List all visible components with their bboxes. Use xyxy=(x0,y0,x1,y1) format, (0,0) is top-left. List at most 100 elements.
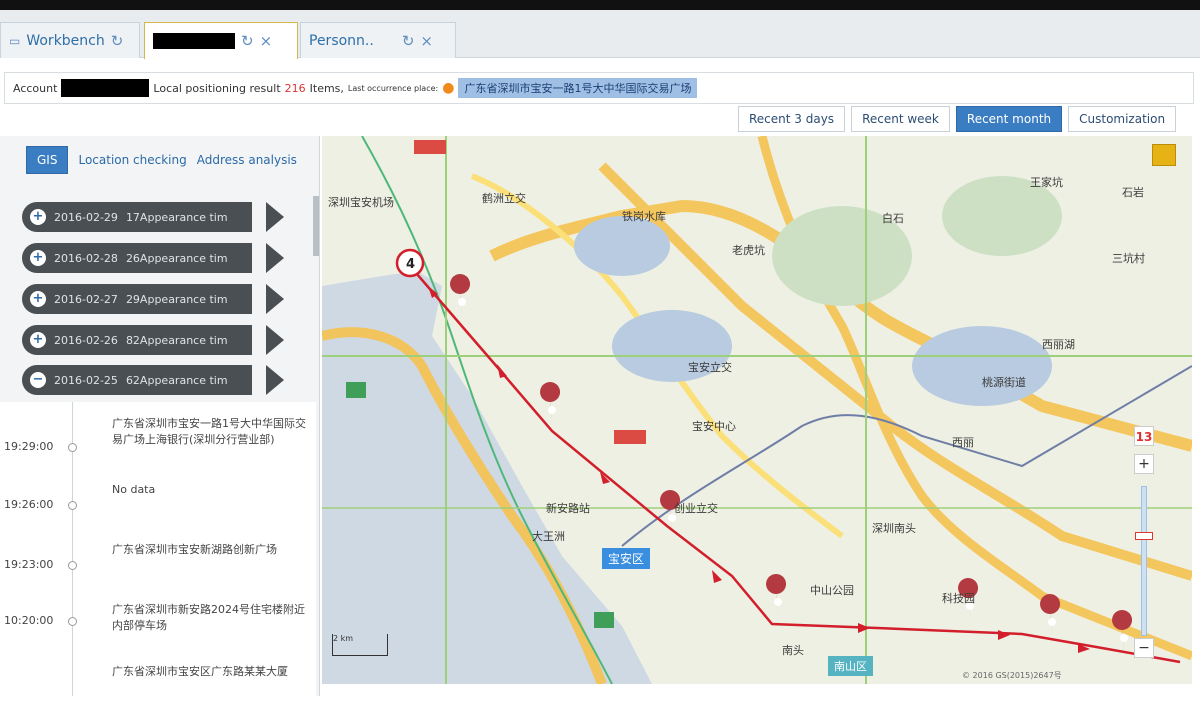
expand-icon[interactable]: + xyxy=(30,291,46,307)
map-label: 王家坑 xyxy=(1030,175,1063,189)
expand-icon[interactable]: + xyxy=(30,250,46,266)
app-window: ▭ Workbench ↻ ↻ × Personn.. ↻ × Account … xyxy=(0,0,1200,701)
tab-gis[interactable]: GIS xyxy=(26,146,69,174)
scrollbar[interactable] xyxy=(313,196,319,256)
map-label: 三坑村 xyxy=(1112,251,1145,265)
refresh-icon[interactable]: ↻ xyxy=(402,32,415,50)
day-row[interactable]: + 2016-02-27 29Appearance tim xyxy=(22,284,284,316)
map-view[interactable]: 4 深圳宝安机场 鹤洲立交 铁岗水库 老虎坑 宝安立交 桃源街道 西丽 宝安中心… xyxy=(322,136,1192,684)
layers-icon[interactable] xyxy=(1152,144,1176,166)
range-3-days-button[interactable]: Recent 3 days xyxy=(738,106,846,132)
day-pill: + 2016-02-27 29Appearance tim xyxy=(22,284,252,314)
map-label: 中山公园 xyxy=(810,584,854,597)
map-label: 铁岗水库 xyxy=(622,210,666,223)
day-count: 62Appearance tim xyxy=(125,373,228,387)
day-count: 26Appearance tim xyxy=(125,251,228,265)
result-count: 216 xyxy=(284,81,306,95)
timeline-address: No data xyxy=(112,483,156,496)
timeline-dot-icon xyxy=(68,617,77,626)
left-panel: GIS Location checking Address analysis +… xyxy=(0,136,320,696)
zoom-in-button[interactable]: + xyxy=(1134,454,1154,474)
route-shield-icon xyxy=(346,382,366,398)
timeline-address: 广东省深圳市宝安一路1号大中华国际交易广场上海银行(深圳分行营业部) xyxy=(112,417,306,446)
result-label: Local positioning result xyxy=(153,81,281,95)
tab-label: Workbench xyxy=(26,32,105,49)
range-month-button[interactable]: Recent month xyxy=(955,106,1063,132)
top-black-bar xyxy=(0,0,1200,10)
tab-redacted[interactable]: ↻ × xyxy=(144,22,298,59)
zoom-out-button[interactable]: − xyxy=(1134,638,1154,658)
day-date: 2016-02-25 xyxy=(54,373,118,387)
day-pill: − 2016-02-25 62Appearance tim xyxy=(22,365,252,395)
day-pill: + 2016-02-28 26Appearance tim xyxy=(22,243,252,273)
timeline-dot-icon xyxy=(68,443,77,452)
tab-strip: ▭ Workbench ↻ ↻ × Personn.. ↻ × xyxy=(0,10,1200,59)
play-arrow-icon[interactable] xyxy=(266,202,284,232)
play-arrow-icon[interactable] xyxy=(266,284,284,314)
timeline-address: 广东省深圳市宝安区广东路某某大厦 xyxy=(112,665,288,678)
district-badge[interactable]: 宝安区 xyxy=(602,548,651,569)
account-label: Account xyxy=(13,81,58,95)
map-canvas[interactable]: 4 深圳宝安机场 鹤洲立交 铁岗水库 老虎坑 宝安立交 桃源街道 西丽 宝安中心… xyxy=(322,136,1192,684)
day-row[interactable]: + 2016-02-29 17Appearance tim xyxy=(22,202,284,234)
play-arrow-icon[interactable] xyxy=(266,365,284,395)
day-count: 82Appearance tim xyxy=(125,333,228,347)
map-label: 西丽湖 xyxy=(1042,338,1075,351)
day-date: 2016-02-27 xyxy=(54,292,118,306)
day-date: 2016-02-26 xyxy=(54,333,118,347)
map-label: 桃源街道 xyxy=(982,375,1026,389)
day-row[interactable]: − 2016-02-25 62Appearance tim xyxy=(22,365,284,397)
zoom-slider-handle[interactable] xyxy=(1135,532,1153,540)
day-row[interactable]: + 2016-02-28 26Appearance tim xyxy=(22,243,284,275)
map-label: 白石 xyxy=(882,211,904,225)
range-custom-button[interactable]: Customization xyxy=(1068,106,1177,132)
map-label: 宝安立交 xyxy=(688,360,732,374)
district-badge[interactable]: 南山区 xyxy=(828,656,873,676)
tab-location-checking[interactable]: Location checking xyxy=(78,153,186,167)
tab-personnel[interactable]: Personn.. ↻ × xyxy=(300,22,456,58)
account-redacted xyxy=(61,79,150,97)
close-icon[interactable]: × xyxy=(420,32,433,50)
refresh-icon[interactable]: ↻ xyxy=(111,32,124,50)
last-place-value[interactable]: 广东省深圳市宝安一路1号大中华国际交易广场 xyxy=(458,78,698,98)
timeline-dot-icon xyxy=(68,501,77,510)
timeline-address: 广东省深圳市新安路2024号住宅楼附近内部停车场 xyxy=(112,603,305,632)
map-copyright: © 2016 GS(2015)2647号 xyxy=(962,671,1062,680)
day-date: 2016-02-28 xyxy=(54,251,118,265)
timeline-time: 19:23:00 xyxy=(4,558,54,571)
timeline-list: 19:29:00 广东省深圳市宝安一路1号大中华国际交易广场上海银行(深圳分行营… xyxy=(0,402,316,696)
close-icon[interactable]: × xyxy=(260,32,273,50)
zoom-slider[interactable] xyxy=(1141,486,1147,636)
day-row[interactable]: + 2016-02-26 82Appearance tim xyxy=(22,325,284,357)
map-label: 宝安中心 xyxy=(692,419,736,433)
expand-icon[interactable]: + xyxy=(30,332,46,348)
collapse-icon[interactable]: − xyxy=(30,372,46,388)
day-date: 2016-02-29 xyxy=(54,210,118,224)
timeline-dot-icon xyxy=(68,561,77,570)
map-label: 鹤洲立交 xyxy=(482,191,526,205)
map-label: 创业立交 xyxy=(674,501,718,515)
day-pill: + 2016-02-29 17Appearance tim xyxy=(22,202,252,232)
timeline-address: 广东省深圳市宝安新湖路创新广场 xyxy=(112,543,277,556)
map-label: 深圳宝安机场 xyxy=(328,195,394,209)
range-week-button[interactable]: Recent week xyxy=(851,106,950,132)
items-label: Items, xyxy=(309,81,344,95)
route-shield-icon xyxy=(614,430,646,444)
tab-address-analysis[interactable]: Address analysis xyxy=(197,153,297,167)
map-label: 科技园 xyxy=(942,591,975,605)
refresh-icon[interactable]: ↻ xyxy=(241,32,254,50)
tab-workbench[interactable]: ▭ Workbench ↻ xyxy=(0,22,140,58)
route-start-number: 4 xyxy=(406,257,415,272)
timeline-time: 19:26:00 xyxy=(4,498,54,511)
positioning-info-bar: Account Local positioning result 216 Ite… xyxy=(4,72,1194,104)
expand-icon[interactable]: + xyxy=(30,209,46,225)
time-range-buttons: Recent 3 days Recent week Recent month C… xyxy=(738,106,1177,132)
left-tabs: GIS Location checking Address analysis xyxy=(26,146,297,174)
scale-label: 2 km xyxy=(333,634,354,643)
map-label: 南头 xyxy=(782,644,804,657)
map-label: 深圳南头 xyxy=(872,522,916,535)
tab-label: Personn.. xyxy=(309,32,374,49)
play-arrow-icon[interactable] xyxy=(266,243,284,273)
play-arrow-icon[interactable] xyxy=(266,325,284,355)
map-label: 新安路站 xyxy=(546,501,590,515)
